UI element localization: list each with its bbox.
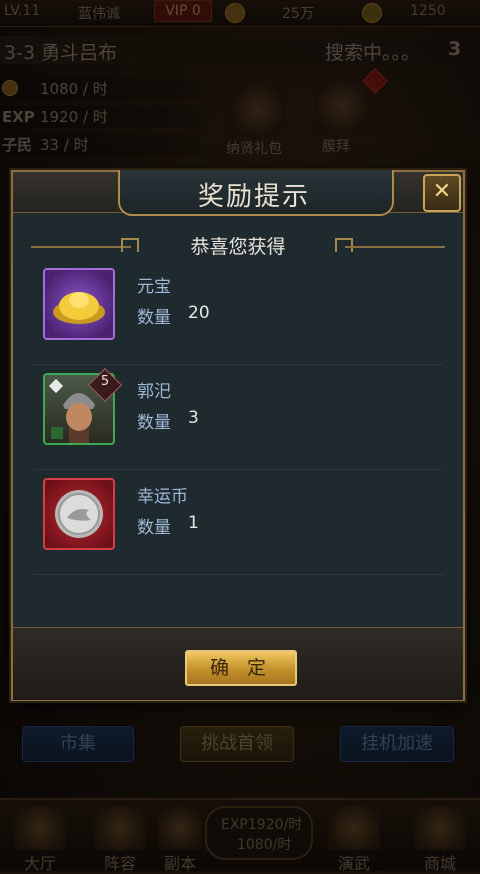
quantity-label: 数量 — [137, 308, 171, 328]
dialog-footer: 确 定 — [13, 627, 463, 700]
close-button[interactable]: ✕ — [423, 174, 461, 212]
quantity-value: 20 — [188, 303, 210, 323]
quantity-value: 3 — [188, 408, 199, 428]
reward-item: 5 郭汜 数量 3 — [33, 365, 443, 470]
close-icon: ✕ — [432, 179, 452, 204]
reward-name: 元宝 — [137, 277, 171, 297]
reward-name: 幸运币 — [137, 487, 188, 507]
quantity-value: 1 — [188, 513, 199, 533]
lucky-coin-icon[interactable] — [43, 478, 115, 550]
reward-dialog: 奖励提示 ✕ 恭喜您获得 元宝 数量 20 5 郭汜 数量 3 幸运币 数量 1… — [11, 170, 465, 701]
gold-ingot-icon[interactable] — [43, 268, 115, 340]
reward-item: 元宝 数量 20 — [33, 260, 443, 365]
quantity-label: 数量 — [137, 518, 171, 538]
star-level: 5 — [100, 374, 110, 389]
dialog-title: 奖励提示 — [197, 182, 310, 212]
reward-item: 幸运币 数量 1 — [33, 470, 443, 575]
divider-ornament-right — [335, 238, 353, 252]
reward-name: 郭汜 — [137, 382, 171, 402]
divider-right — [345, 246, 445, 248]
confirm-button[interactable]: 确 定 — [185, 650, 297, 686]
quantity-label: 数量 — [137, 413, 171, 433]
